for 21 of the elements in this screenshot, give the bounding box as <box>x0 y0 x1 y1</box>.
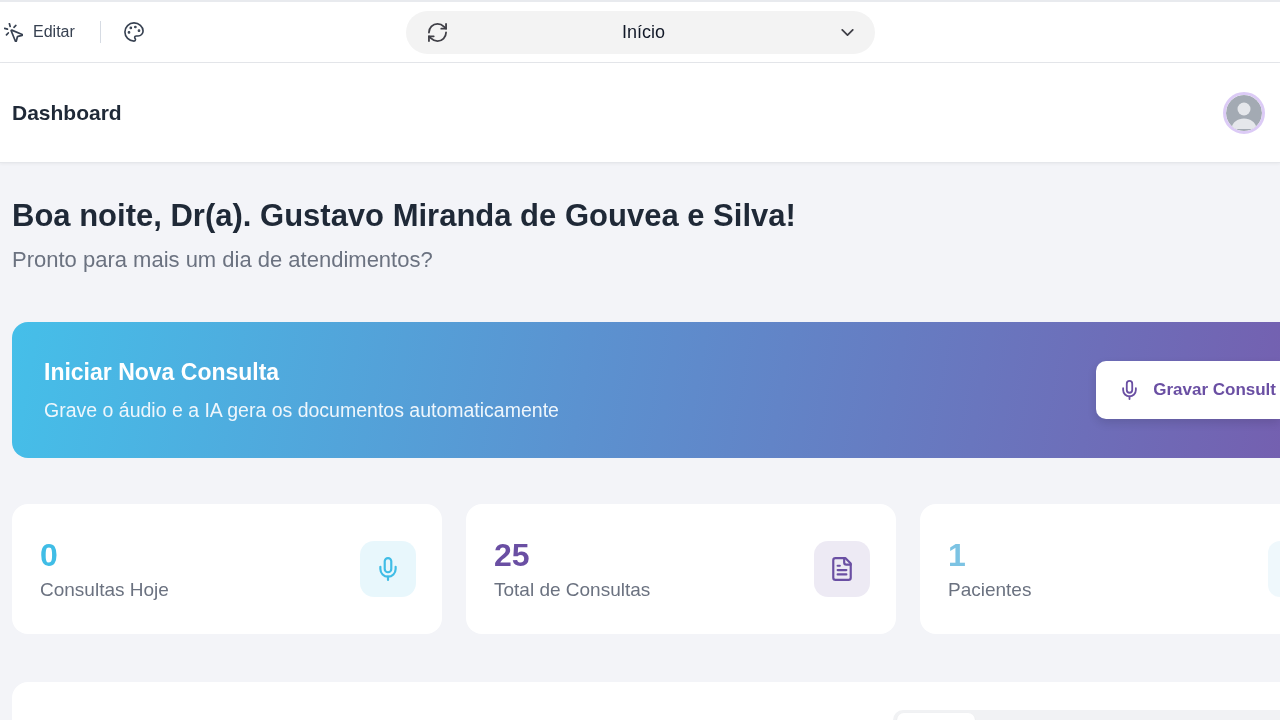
stat-value: 0 <box>40 536 59 574</box>
record-button[interactable]: Gravar Consult <box>1096 361 1280 419</box>
stat-value: 25 <box>494 536 531 574</box>
mic-icon <box>1122 380 1138 400</box>
stat-value: 1 <box>948 536 967 574</box>
banner-title: Iniciar Nova Consulta <box>44 358 281 386</box>
banner-subtitle: Grave o áudio e a IA gera os documentos automaticamente <box>44 398 559 422</box>
chevron-down-icon[interactable] <box>840 28 854 36</box>
mic-icon <box>360 541 416 597</box>
palette-icon[interactable] <box>123 22 144 42</box>
greeting-subtitle: Pronto para mais um dia de atendimentos? <box>12 246 434 274</box>
edit-button[interactable]: Editar <box>4 22 75 42</box>
page-title: Dashboard <box>12 100 122 125</box>
stat-label: Pacientes <box>948 578 1033 602</box>
document-icon <box>814 541 870 597</box>
cursor-click-icon <box>4 22 23 42</box>
page-select[interactable]: Início <box>405 10 875 54</box>
stat-label: Consultas Hoje <box>40 578 170 602</box>
refresh-icon[interactable] <box>427 22 447 42</box>
greeting-title: Boa noite, Dr(a). Gustavo Miranda de Gouvea e Silva! <box>12 197 797 235</box>
stat-label: Total de Consultas <box>494 578 652 602</box>
